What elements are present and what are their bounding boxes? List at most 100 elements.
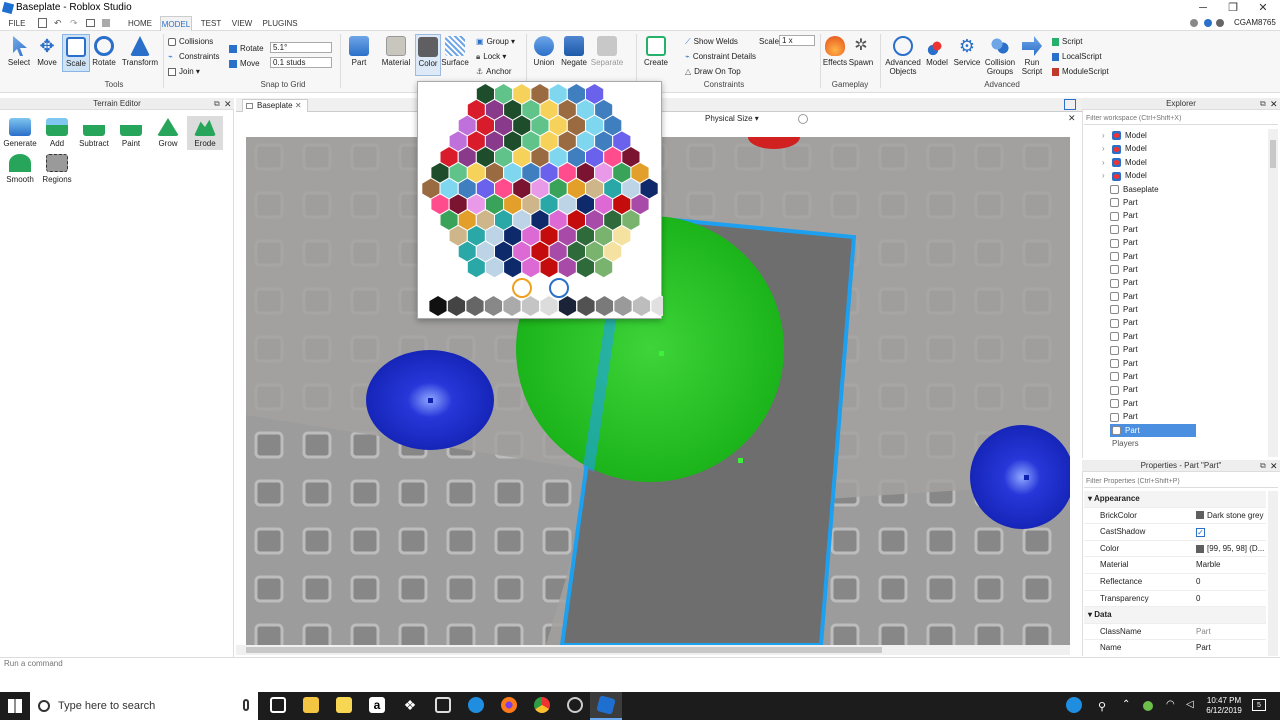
file-menu[interactable]: FILE <box>4 16 30 31</box>
file-explorer-icon[interactable] <box>303 697 319 713</box>
mail-icon[interactable] <box>435 697 451 713</box>
explorer-item[interactable]: Part <box>1086 397 1266 410</box>
grey-swatch[interactable] <box>539 294 559 318</box>
anchor-button[interactable]: ⚓︎ Anchor <box>476 67 512 76</box>
wifi-icon[interactable]: ◠ <box>1166 699 1175 710</box>
explorer-item[interactable]: Part <box>1086 276 1266 289</box>
move-snap-toggle[interactable]: Move <box>229 59 260 68</box>
grey-swatch[interactable] <box>428 294 448 318</box>
undo-icon[interactable]: ↶ <box>54 18 62 29</box>
terrain-generate-tool[interactable]: Generate <box>2 118 38 148</box>
module-script-button[interactable]: ModuleScript <box>1052 67 1109 76</box>
help-icon[interactable] <box>1204 19 1212 27</box>
dropbox-icon[interactable]: ❖ <box>402 697 418 713</box>
property-row-color[interactable]: Color [99, 95, 98] (D... <box>1084 541 1266 558</box>
explorer-item[interactable]: › Model <box>1086 142 1266 155</box>
color-button[interactable]: Color <box>415 34 441 76</box>
expand-icon[interactable]: › <box>1102 169 1105 182</box>
grey-swatch[interactable] <box>613 294 633 318</box>
explorer-item[interactable]: Part <box>1086 223 1266 236</box>
create-constraint-button[interactable]: Create <box>642 36 670 67</box>
explorer-item[interactable]: › Model <box>1086 156 1266 169</box>
amazon-icon[interactable]: a <box>369 697 385 713</box>
appearance-section[interactable]: ▾ Appearance <box>1084 491 1266 508</box>
property-row-name[interactable]: Name Part <box>1084 640 1266 656</box>
stop-icon[interactable] <box>102 19 110 27</box>
service-button[interactable]: ⚙ Service <box>952 36 982 67</box>
show-welds-toggle[interactable]: ⟋ Show Welds <box>685 37 738 47</box>
color-swatch[interactable] <box>594 256 614 279</box>
explorer-item[interactable]: › Model <box>1086 129 1266 142</box>
dock-icon[interactable]: ⧉ <box>1260 461 1266 471</box>
property-row-castshadow[interactable]: CastShadow ✓ <box>1084 524 1266 541</box>
firefox-icon[interactable] <box>501 697 517 713</box>
tab-model[interactable]: MODEL <box>160 16 192 31</box>
username[interactable]: CGAM8765 <box>1234 18 1276 27</box>
grey-swatch[interactable] <box>557 294 578 318</box>
command-input[interactable] <box>4 658 1264 669</box>
grey-swatch[interactable] <box>520 294 541 318</box>
move-snap-input[interactable]: 0.1 studs <box>270 57 332 68</box>
new-file-icon[interactable] <box>38 18 47 28</box>
explorer-item[interactable]: Part <box>1086 370 1266 383</box>
edge-icon[interactable] <box>468 697 484 713</box>
castshadow-checkbox[interactable]: ✓ <box>1196 528 1205 538</box>
physical-size-dropdown[interactable]: Physical Size ▾ <box>705 114 759 123</box>
explorer-item[interactable]: › Model <box>1086 169 1266 182</box>
local-script-button[interactable]: LocalScript <box>1052 52 1102 61</box>
explorer-item[interactable]: Part <box>1086 290 1266 303</box>
property-row-classname[interactable]: ClassName Part <box>1084 624 1266 641</box>
explorer-item[interactable]: Part <box>1086 303 1266 316</box>
explorer-item-players[interactable]: Players <box>1086 437 1266 450</box>
color-swatch[interactable] <box>466 256 486 279</box>
steam-icon[interactable] <box>567 697 583 713</box>
explorer-item[interactable]: Part <box>1086 357 1266 370</box>
terrain-subtract-tool[interactable]: Subtract <box>76 118 112 148</box>
collisions-toggle[interactable]: Collisions <box>168 37 213 46</box>
screenshot-icon[interactable] <box>86 19 95 27</box>
explorer-item[interactable]: Part <box>1086 343 1266 356</box>
constraint-details-toggle[interactable]: ⌁ Constraint Details <box>685 52 756 61</box>
join-toggle[interactable]: Join ▾ <box>168 67 200 76</box>
property-row-transparency[interactable]: Transparency 0 <box>1084 591 1266 608</box>
store-icon[interactable] <box>336 697 352 713</box>
windows-start-icon[interactable] <box>8 699 22 713</box>
explorer-item[interactable]: Part <box>1086 330 1266 343</box>
terrain-grow-tool[interactable]: Grow <box>150 118 186 148</box>
close-icon[interactable]: ✕ <box>1270 461 1278 472</box>
script-button[interactable]: Script <box>1052 37 1082 46</box>
microphone-icon[interactable] <box>243 699 249 711</box>
draw-on-top-toggle[interactable]: △ Draw On Top <box>685 67 741 76</box>
union-button[interactable]: Union <box>530 36 558 67</box>
explorer-item[interactable]: Part <box>1086 410 1266 423</box>
rotate-snap-toggle[interactable]: Rotate <box>229 44 264 53</box>
explorer-item[interactable]: Baseplate <box>1086 183 1266 196</box>
share-icon[interactable] <box>1190 19 1198 27</box>
explorer-item[interactable]: Part <box>1086 236 1266 249</box>
scale-tool[interactable]: Scale <box>62 34 90 72</box>
grey-swatch[interactable] <box>465 294 485 318</box>
separate-button[interactable]: Separate <box>590 36 624 67</box>
grey-swatch[interactable] <box>576 294 596 318</box>
effects-button[interactable]: Effects <box>822 36 848 67</box>
explorer-item[interactable]: Part <box>1086 383 1266 396</box>
tab-view[interactable]: VIEW <box>228 16 256 31</box>
lock-button[interactable]: 🔒︎ Lock ▾ <box>476 52 506 62</box>
collision-groups-button[interactable]: Collision Groups <box>982 36 1018 76</box>
property-row-material[interactable]: Material Marble <box>1084 557 1266 574</box>
grey-swatch[interactable] <box>650 294 670 318</box>
color-swatch[interactable] <box>557 256 577 279</box>
terrain-paint-tool[interactable]: Paint <box>113 118 149 148</box>
properties-filter-input[interactable] <box>1084 475 1278 488</box>
constraint-scale-input[interactable]: 1 x <box>779 35 815 46</box>
taskbar-clock[interactable]: 10:47 PM 6/12/2019 <box>1202 696 1246 716</box>
color-swatch[interactable] <box>575 256 596 279</box>
explorer-item[interactable]: Part <box>1086 263 1266 276</box>
explorer-item[interactable]: Part <box>1110 423 1196 437</box>
grey-swatch[interactable] <box>446 294 467 318</box>
expand-icon[interactable]: › <box>1102 156 1105 169</box>
chrome-icon[interactable] <box>534 697 550 713</box>
redo-icon[interactable]: ↷ <box>70 18 78 29</box>
run-script-button[interactable]: Run Script <box>1018 36 1046 76</box>
camera-icon[interactable] <box>798 114 808 124</box>
